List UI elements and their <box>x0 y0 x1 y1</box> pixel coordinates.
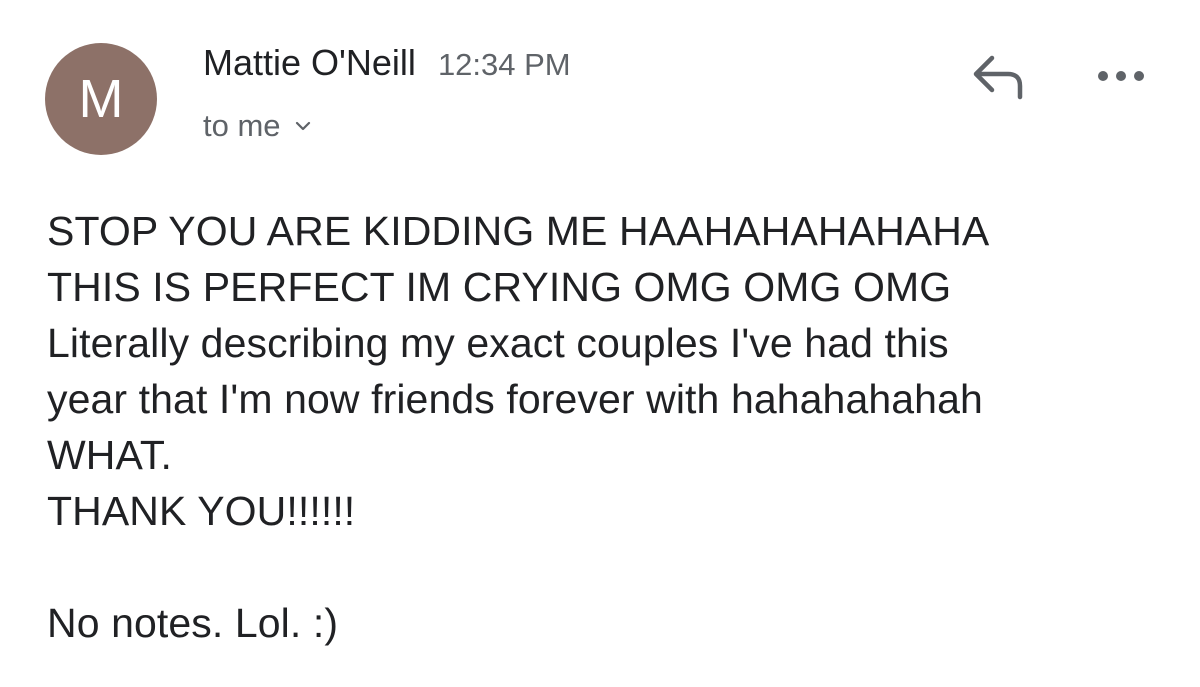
email-header: M Mattie O'Neill 12:34 PM to me <box>0 0 1200 180</box>
recipient-text: to me <box>203 108 281 143</box>
body-line: Literally describing my exact couples I'… <box>47 320 949 366</box>
avatar-letter: M <box>78 69 124 129</box>
reply-icon <box>973 55 1023 100</box>
body-line: No notes. Lol. :) <box>47 600 339 646</box>
body-line-blank <box>47 539 1167 595</box>
body-line: WHAT. <box>47 432 173 478</box>
body-line: THANK YOU!!!!!! <box>47 488 356 534</box>
avatar[interactable]: M <box>45 43 157 155</box>
more-options-button[interactable] <box>1094 58 1148 94</box>
recipient-details-toggle[interactable]: to me <box>203 108 311 144</box>
more-horizontal-icon <box>1098 71 1144 81</box>
body-line: STOP YOU ARE KIDDING ME HAAHAHAHAHAHA <box>47 208 990 254</box>
timestamp: 12:34 PM <box>437 47 571 82</box>
sender-name[interactable]: Mattie O'Neill <box>203 42 416 84</box>
body-line: THIS IS PERFECT IM CRYING OMG OMG OMG <box>47 264 952 310</box>
body-line: year that I'm now friends forever with h… <box>47 376 983 422</box>
sender-line: Mattie O'Neill 12:34 PM <box>203 42 571 84</box>
chevron-down-icon <box>295 121 310 131</box>
reply-button[interactable] <box>968 52 1030 102</box>
email-body: STOP YOU ARE KIDDING ME HAAHAHAHAHAHA TH… <box>47 203 1167 651</box>
